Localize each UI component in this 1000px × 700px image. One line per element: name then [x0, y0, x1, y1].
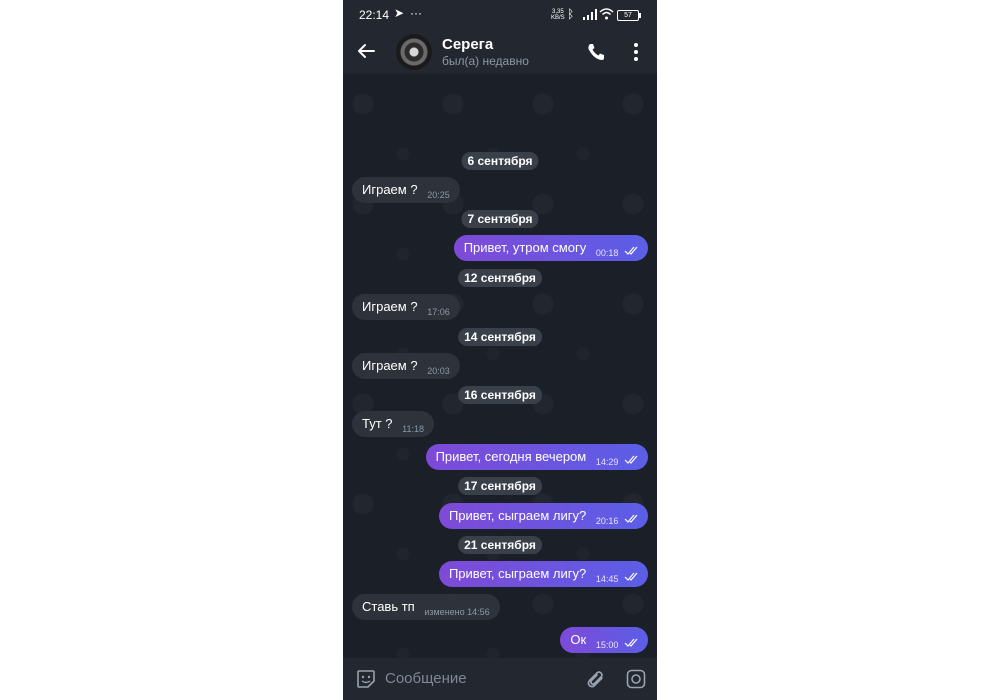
outgoing-message[interactable]: Ок 15:00 [560, 627, 648, 653]
telegram-icon: ➤ [394, 6, 405, 20]
message-time: 15:00 [595, 640, 619, 650]
phone-icon[interactable] [585, 41, 607, 63]
incoming-message[interactable]: Ставь тп изменено 14:56 [352, 594, 500, 620]
double-check-icon [624, 572, 638, 581]
more-vertical-icon[interactable] [628, 41, 644, 63]
message-text: Играем ? [362, 182, 418, 197]
message-input[interactable]: Сообщение [385, 670, 467, 687]
message-time: 20:03 [427, 366, 450, 376]
status-time: 22:14 [359, 8, 390, 22]
message-time: 00:18 [595, 248, 619, 258]
contact-status: был(а) недавно [442, 54, 529, 68]
network-speed-unit: KB/S [551, 15, 565, 21]
outgoing-message[interactable]: Привет, сыграем лигу? 20:16 [438, 503, 648, 529]
chat-header: Серега был(а) недавно [343, 30, 657, 74]
battery-icon: 57 [617, 10, 641, 21]
outgoing-message[interactable]: Привет, сыграем лигу? 14:45 [438, 561, 648, 587]
phone-screen: 22:14 ➤ ··· 3,35 KB/S ᛒ 57 Серега был(а)… [343, 0, 657, 700]
date-separator: 16 сентября [458, 386, 542, 404]
outgoing-message[interactable]: Привет, сегодня вечером 14:29 [425, 444, 648, 470]
incoming-message[interactable]: Играем ? 20:25 [352, 177, 460, 203]
date-separator: 17 сентября [458, 477, 542, 495]
date-separator: 21 сентября [458, 536, 542, 554]
message-time: 14:29 [595, 457, 619, 467]
wifi-icon [599, 8, 614, 20]
date-separator: 14 сентября [458, 328, 542, 346]
incoming-message[interactable]: Тут ? 11:18 [352, 411, 434, 437]
message-time: 14:45 [595, 574, 619, 584]
paperclip-icon[interactable] [585, 668, 607, 690]
double-check-icon [624, 638, 638, 647]
message-time: 20:25 [427, 190, 450, 200]
date-separator: 12 сентября [458, 269, 542, 287]
camera-icon[interactable] [625, 668, 647, 690]
contact-name[interactable]: Серега [442, 36, 493, 53]
incoming-message[interactable]: Играем ? 17:06 [352, 294, 460, 320]
double-check-icon [624, 514, 638, 523]
message-time: изменено 14:56 [424, 607, 490, 617]
date-separator: 6 сентября [461, 152, 539, 170]
network-speed: 3,35 KB/S [551, 9, 565, 21]
outgoing-message[interactable]: Привет, утром смогу 00:18 [453, 235, 648, 261]
message-text: Тут ? [362, 416, 393, 431]
double-check-icon [624, 455, 638, 464]
incoming-message[interactable]: Играем ? 20:03 [352, 353, 460, 379]
message-time: 20:16 [595, 516, 619, 526]
bluetooth-icon: ᛒ [567, 7, 575, 21]
message-input-bar: Сообщение [343, 658, 657, 700]
message-text: Привет, сыграем лигу? [448, 508, 587, 523]
message-list[interactable]: 6 сентября Играем ? 20:25 7 сентября При… [343, 74, 657, 658]
message-text: Ок [570, 632, 587, 647]
double-check-icon [624, 246, 638, 255]
date-separator: 7 сентября [461, 210, 539, 228]
message-time: 17:06 [427, 307, 450, 317]
signal-icon [583, 9, 597, 20]
message-time: 11:18 [402, 424, 424, 434]
message-text: Играем ? [362, 358, 418, 373]
avatar[interactable] [396, 34, 432, 70]
sticker-emoji-icon[interactable] [355, 668, 377, 690]
back-arrow-icon[interactable] [355, 40, 377, 62]
message-text: Привет, сыграем лигу? [448, 566, 587, 581]
message-text: Привет, утром смогу [463, 240, 587, 255]
message-text: Играем ? [362, 299, 418, 314]
message-text: Привет, сегодня вечером [435, 449, 587, 464]
status-bar: 22:14 ➤ ··· 3,35 KB/S ᛒ 57 [343, 0, 657, 30]
message-text: Ставь тп [362, 599, 415, 614]
more-notifications-icon: ··· [410, 6, 422, 20]
